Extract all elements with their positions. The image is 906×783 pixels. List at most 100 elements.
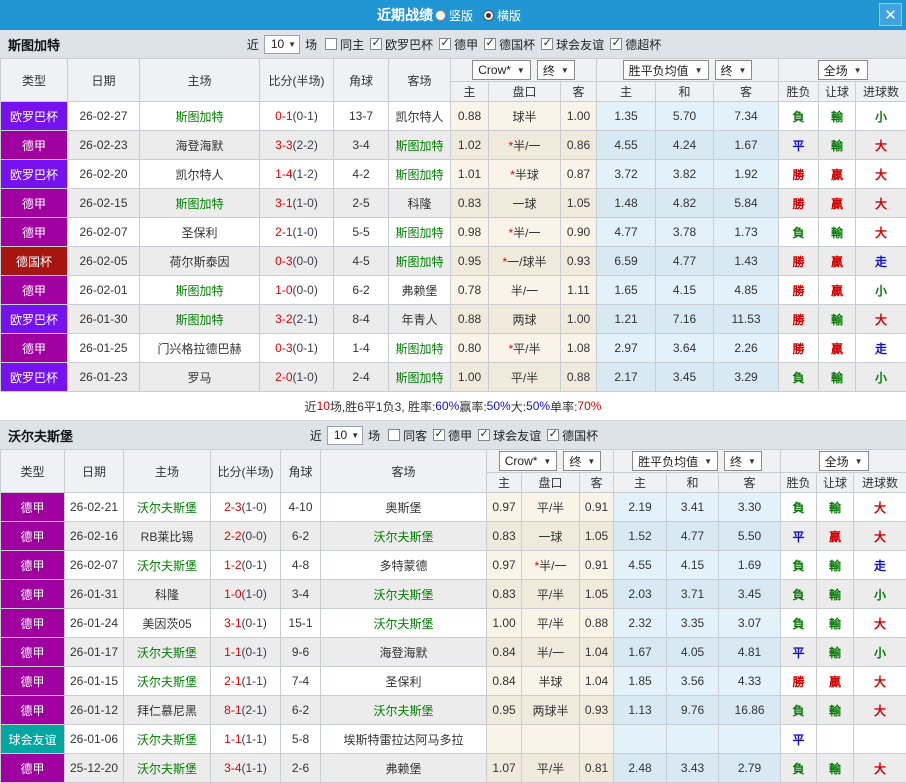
col-type: 类型 (1, 59, 68, 102)
handicap-away-odds: 1.05 (561, 189, 597, 218)
scope-select[interactable]: 全场▼ (819, 451, 869, 471)
score-cell: 1-0(0-0) (260, 276, 334, 305)
league-checkbox[interactable] (433, 429, 445, 441)
league-filter[interactable]: 德甲 (439, 36, 478, 53)
half-time-score: (1-0) (293, 196, 318, 210)
match-count-select[interactable]: 10 ▼ (264, 35, 300, 54)
league-filter-label: 欧罗巴杯 (385, 36, 433, 53)
same-away-checkbox[interactable] (388, 429, 400, 441)
near-label: 近 (310, 427, 322, 444)
avg-final-select[interactable]: 终▼ (724, 451, 762, 471)
handicap-away-odds: 1.11 (561, 276, 597, 305)
match-date: 26-02-21 (65, 493, 124, 522)
match-count-select[interactable]: 10 ▼ (327, 426, 363, 445)
result-flag: 平 (781, 522, 817, 551)
bookmaker-select[interactable]: Crow*▼ (472, 60, 531, 80)
full-time-score: 3-1 (275, 196, 292, 210)
league-checkbox[interactable] (547, 429, 559, 441)
result-flag: 負 (781, 696, 817, 725)
league-filter[interactable]: 德国杯 (484, 36, 535, 53)
home-team: 罗马 (140, 363, 260, 392)
competition-badge: 德甲 (1, 696, 65, 725)
away-team: 斯图加特 (389, 160, 451, 189)
league-checkbox[interactable] (610, 38, 622, 50)
handicap-result-flag: 贏 (819, 334, 856, 363)
col-avg-away: 客 (714, 82, 779, 102)
avg-home-odds: 2.32 (614, 609, 667, 638)
star-marker: * (508, 139, 513, 153)
scope-select[interactable]: 全场▼ (818, 60, 868, 80)
league-checkbox[interactable] (478, 429, 490, 441)
league-filter[interactable]: 德国杯 (547, 427, 598, 444)
match-row: 德甲26-02-15斯图加特3-1(1-0)2-5科隆0.83一球1.051.4… (1, 189, 906, 218)
handicap-home-odds: 0.95 (487, 696, 522, 725)
same-away-filter[interactable]: 同客 (388, 427, 427, 444)
league-filter[interactable]: 欧罗巴杯 (370, 36, 433, 53)
competition-badge: 德甲 (1, 276, 68, 305)
home-team: 沃尔夫斯堡 (124, 754, 211, 783)
home-team: 沃尔夫斯堡 (124, 667, 211, 696)
vertical-layout-radio[interactable] (435, 10, 446, 21)
handicap-away-odds: 0.93 (580, 696, 614, 725)
scope-select-value: 全场 (825, 453, 849, 470)
score-cell: 1-1(1-1) (211, 725, 281, 754)
away-team: 沃尔夫斯堡 (321, 696, 487, 725)
league-checkbox[interactable] (484, 38, 496, 50)
score-cell: 2-1(1-1) (211, 667, 281, 696)
league-filter[interactable]: 德超杯 (610, 36, 661, 53)
result-flag: 負 (781, 754, 817, 783)
handicap-line: 平/半 (522, 493, 580, 522)
handicap-line: 两球 (489, 305, 561, 334)
league-checkbox[interactable] (370, 38, 382, 50)
final-select[interactable]: 终▼ (563, 451, 601, 471)
result-flag: 勝 (779, 189, 819, 218)
same-home-filter[interactable]: 同主 (325, 36, 364, 53)
handicap-result-flag: 贏 (819, 276, 856, 305)
score-cell: 1-0(1-0) (211, 580, 281, 609)
close-icon[interactable]: ✕ (879, 3, 902, 26)
avg-select-value: 胜平负均值 (638, 453, 698, 470)
home-team: 沃尔夫斯堡 (124, 725, 211, 754)
league-checkbox[interactable] (439, 38, 451, 50)
competition-badge: 德甲 (1, 522, 65, 551)
away-team: 斯图加特 (389, 247, 451, 276)
corners: 6-2 (281, 522, 321, 551)
summary-segment: 70% (577, 399, 601, 413)
full-time-score: 1-0 (275, 283, 292, 297)
match-row: 德甲26-02-16RB莱比锡2-2(0-0)6-2沃尔夫斯堡0.83一球1.0… (1, 522, 906, 551)
star-marker: * (510, 168, 515, 182)
competition-badge: 德甲 (1, 131, 68, 160)
corners: 8-4 (334, 305, 389, 334)
final-select-value: 终 (569, 453, 581, 470)
bookmaker-select[interactable]: Crow*▼ (499, 451, 558, 471)
final-select[interactable]: 终▼ (537, 60, 575, 80)
competition-badge: 德甲 (1, 189, 68, 218)
result-flag: 勝 (779, 334, 819, 363)
league-filter-label: 球会友谊 (493, 427, 541, 444)
handicap-result-flag: 贏 (819, 189, 856, 218)
avg-final-select[interactable]: 终▼ (715, 60, 753, 80)
league-filter[interactable]: 球会友谊 (478, 427, 541, 444)
score-cell: 1-2(0-1) (211, 551, 281, 580)
competition-badge: 德甲 (1, 334, 68, 363)
horizontal-layout-label: 横版 (497, 7, 521, 24)
home-team: 斯图加特 (140, 276, 260, 305)
handicap-result-flag: 輸 (817, 754, 854, 783)
same-home-checkbox[interactable] (325, 38, 337, 50)
avg-draw-odds: 4.15 (656, 276, 714, 305)
league-filter[interactable]: 德甲 (433, 427, 472, 444)
league-checkbox[interactable] (541, 38, 553, 50)
handicap-away-odds: 1.04 (580, 667, 614, 696)
match-date: 25-12-20 (65, 754, 124, 783)
away-team: 沃尔夫斯堡 (321, 609, 487, 638)
star-marker: * (502, 255, 507, 269)
star-marker: * (508, 342, 513, 356)
competition-badge: 德甲 (1, 580, 65, 609)
bookmaker-select-value: Crow* (505, 454, 538, 468)
home-team: 海登海默 (140, 131, 260, 160)
handicap-line: *平/半 (489, 334, 561, 363)
horizontal-layout-radio[interactable] (483, 10, 494, 21)
avg-select[interactable]: 胜平负均值▼ (632, 451, 718, 471)
league-filter[interactable]: 球会友谊 (541, 36, 604, 53)
avg-select[interactable]: 胜平负均值▼ (623, 60, 709, 80)
